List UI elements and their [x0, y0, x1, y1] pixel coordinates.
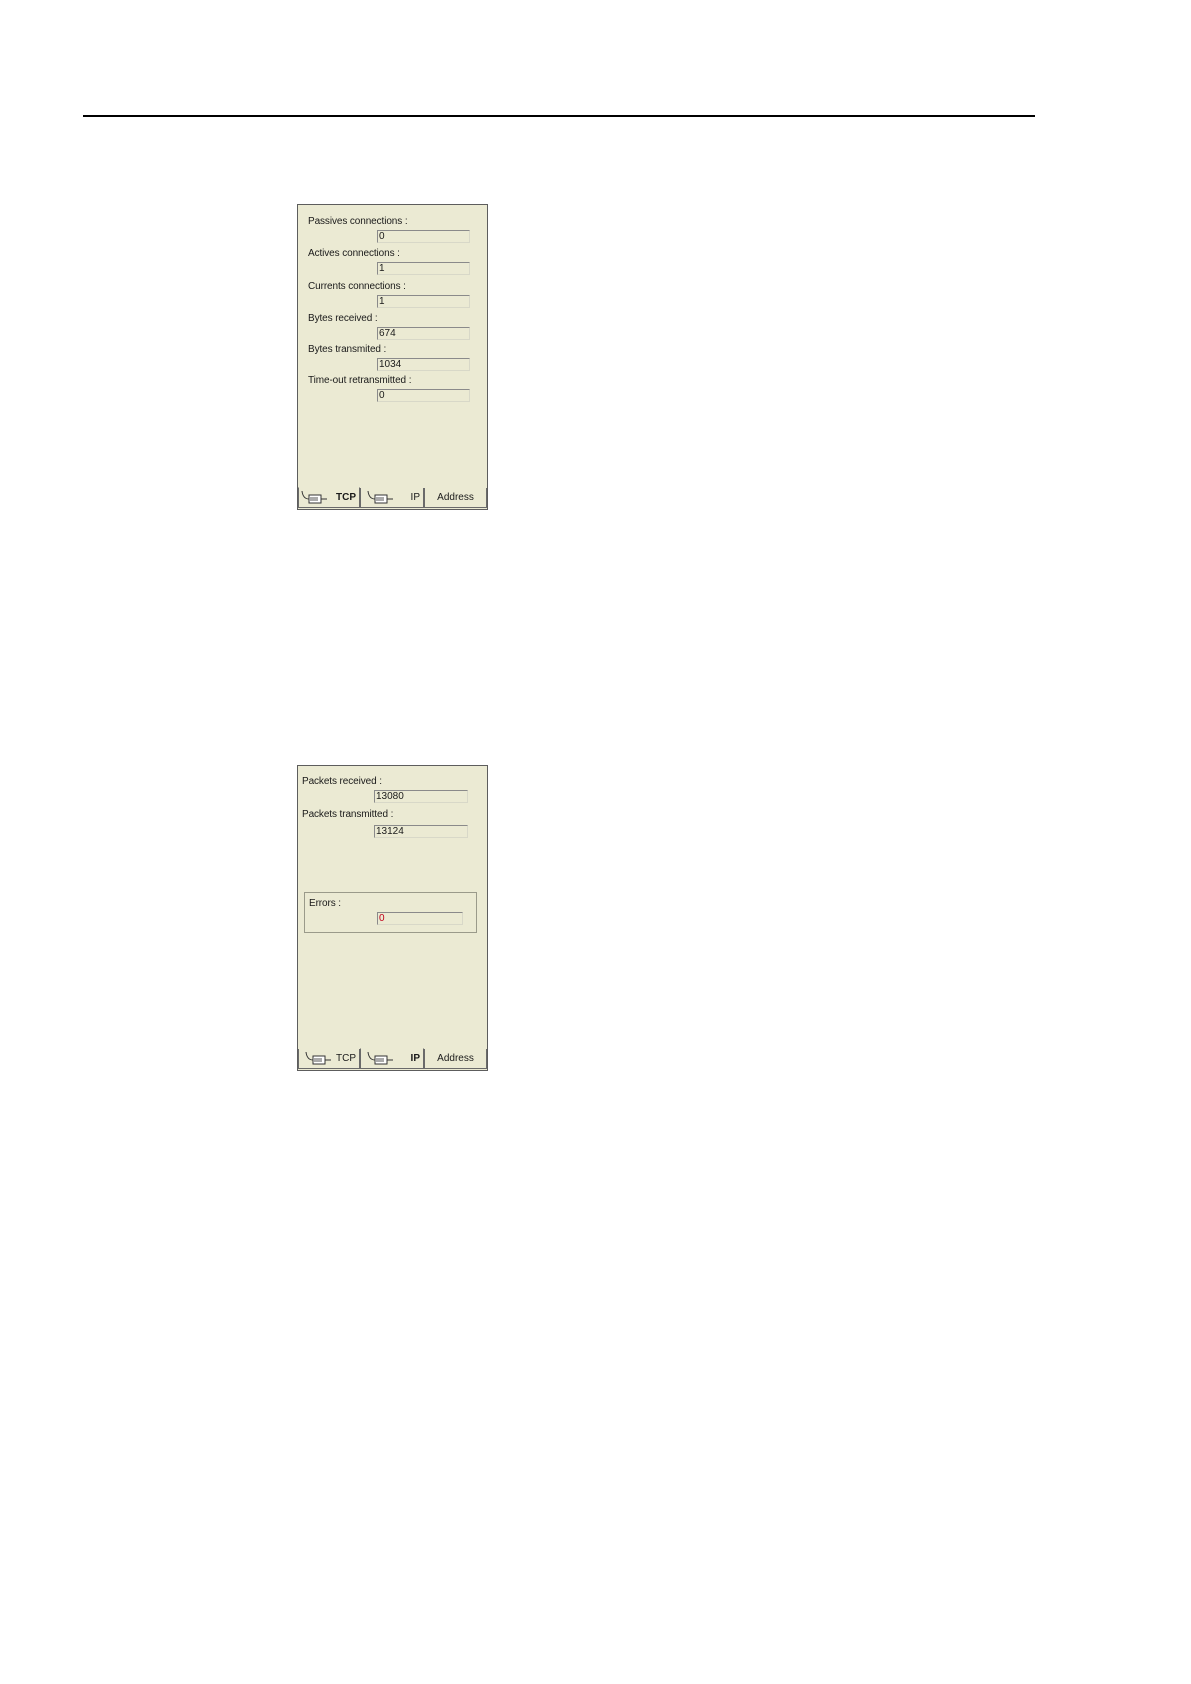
- packets-transmitted-label: Packets transmitted :: [302, 809, 394, 820]
- ip-panel-tab-bar: TCP IP Address: [298, 1048, 487, 1070]
- tab-ip[interactable]: IP: [360, 1048, 424, 1069]
- tab-tcp[interactable]: TCP: [298, 487, 360, 508]
- tcp-statistics-panel: Passives connections : 0 Actives connect…: [297, 204, 488, 510]
- current-connections-label: Currents connections :: [308, 281, 406, 292]
- packets-received-field: 13080: [374, 790, 468, 803]
- bytes-transmitted-field: 1034: [377, 358, 470, 371]
- header-rule: [83, 115, 1035, 117]
- network-connector-icon: [367, 1051, 393, 1065]
- passive-connections-field: 0: [377, 230, 470, 243]
- tab-ip-label: IP: [410, 1053, 420, 1064]
- passive-connections-label: Passives connections :: [308, 216, 408, 227]
- tab-ip-label: IP: [410, 492, 420, 503]
- ip-statistics-panel: Packets received : 13080 Packets transmi…: [297, 765, 488, 1071]
- bytes-received-label: Bytes received :: [308, 313, 378, 324]
- tab-address-label: Address: [437, 1053, 474, 1064]
- tcp-panel-tab-bar: TCP IP Address: [298, 487, 487, 509]
- timeout-retransmitted-field: 0: [377, 389, 470, 402]
- packets-transmitted-field: 13124: [374, 825, 468, 838]
- bytes-transmitted-label: Bytes transmited :: [308, 344, 387, 355]
- active-connections-field: 1: [377, 262, 470, 275]
- errors-group: Errors : 0: [304, 892, 477, 933]
- tab-address-label: Address: [437, 492, 474, 503]
- errors-field: 0: [377, 912, 463, 925]
- tab-ip[interactable]: IP: [360, 488, 424, 508]
- tab-address[interactable]: Address: [424, 1049, 487, 1069]
- packets-received-label: Packets received :: [302, 776, 382, 787]
- tab-tcp[interactable]: TCP: [298, 1049, 360, 1069]
- tab-tcp-label: TCP: [336, 492, 356, 503]
- active-connections-label: Actives connections :: [308, 248, 400, 259]
- current-connections-field: 1: [377, 295, 470, 308]
- errors-label: Errors :: [309, 898, 341, 909]
- network-connector-icon: [305, 1051, 331, 1065]
- network-connector-icon: [301, 490, 327, 504]
- tab-address[interactable]: Address: [424, 488, 487, 508]
- timeout-retransmitted-label: Time-out retransmitted :: [308, 375, 412, 386]
- network-connector-icon: [367, 490, 393, 504]
- tab-tcp-label: TCP: [336, 1053, 356, 1064]
- bytes-received-field: 674: [377, 327, 470, 340]
